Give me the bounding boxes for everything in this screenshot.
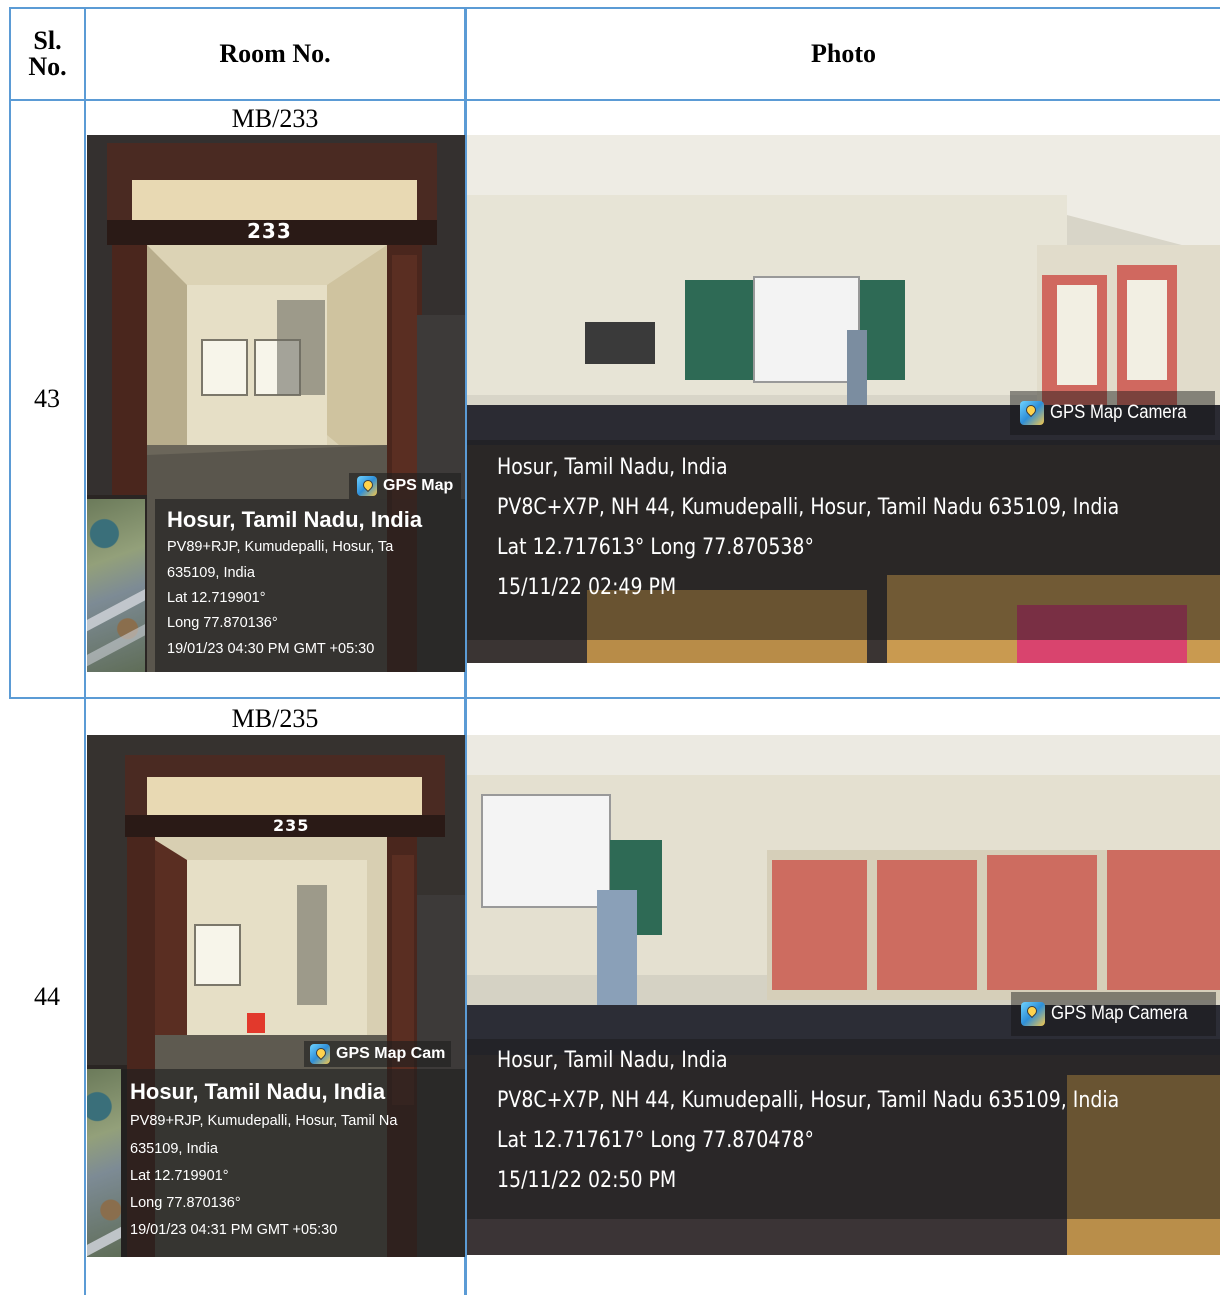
classroom-44-address: PV8C+X7P, NH 44, Kumudepalli, Hosur, Tam… [497,1088,1120,1113]
classroom-44-timestamp: 15/11/22 02:50 PM [497,1168,677,1193]
door-233-gps-badge: GPS Map [349,473,462,499]
door-photo-233: 233 GPS Map Hosur, Tamil Nadu, India PV8… [87,135,465,672]
door-233-gps-badge-text: GPS Map [383,477,454,494]
classroom-44-gps-badge: GPS Map Camera [1011,992,1217,1036]
classroom-44-city: Hosur, Tamil Nadu, India [497,1048,728,1073]
door-233-postal: 635109, India [167,565,255,581]
classroom-43-gps-badge: GPS Map Camera [1010,391,1216,435]
gps-map-camera-icon [1020,401,1044,425]
door-235-timestamp: 19/01/23 04:31 PM GMT +05:30 [130,1222,338,1238]
gps-map-camera-icon [357,476,377,496]
header-room-no: Room No. [219,39,331,68]
door-233-city: Hosur, Tamil Nadu, India [167,507,423,532]
classroom-43-address: PV8C+X7P, NH 44, Kumudepalli, Hosur, Tam… [497,495,1120,520]
gps-map-camera-icon [1021,1002,1045,1026]
table-border-row1-bottom [10,697,1220,699]
door-233-lat: Lat 12.719901° [167,590,266,606]
door-233-address: PV89+RJP, Kumudepalli, Hosur, Ta [167,539,394,555]
gps-map-camera-icon [310,1044,330,1064]
door-233-timestamp: 19/01/23 04:30 PM GMT +05:30 [167,641,375,657]
door-235-address: PV89+RJP, Kumudepalli, Hosur, Tamil Na [130,1113,398,1129]
row-44-room-no: MB/235 [231,704,319,733]
classroom-43-gps-badge-text: GPS Map Camera [1050,402,1187,423]
door-233-geo-panel: Hosur, Tamil Nadu, India PV89+RJP, Kumud… [155,499,465,672]
classroom-43-city: Hosur, Tamil Nadu, India [497,455,728,480]
door-number-235: 235 [273,816,310,835]
door-235-map-thumbnail [87,1069,121,1257]
row-43-room-no: MB/233 [231,104,319,133]
classroom-44-gps-badge-text: GPS Map Camera [1051,1003,1188,1024]
classroom-photo-43: GPS Map Camera Hosur, Tamil Nadu, India … [467,135,1220,663]
door-235-geo-panel: Hosur, Tamil Nadu, India PV89+RJP, Kumud… [121,1069,465,1257]
row-44-sl-no: 44 [34,982,60,1011]
classroom-44-geo-panel: Hosur, Tamil Nadu, India PV8C+X7P, NH 44… [467,1039,1220,1219]
door-photo-235: 235 GPS Map Cam Hosur, Tamil Nadu, India… [87,735,465,1257]
door-233-map-thumbnail [87,499,145,672]
door-233-long: Long 77.870136° [167,615,278,631]
door-235-lat: Lat 12.719901° [130,1168,229,1184]
door-235-postal: 635109, India [130,1141,218,1157]
door-number-233: 233 [247,219,292,243]
door-235-gps-badge: GPS Map Cam [304,1041,452,1067]
door-235-long: Long 77.870136° [130,1195,241,1211]
classroom-43-geo-panel: Hosur, Tamil Nadu, India PV8C+X7P, NH 44… [467,440,1220,640]
classroom-43-timestamp: 15/11/22 02:49 PM [497,575,677,600]
door-235-city: Hosur, Tamil Nadu, India [130,1079,386,1104]
row-43-sl-no: 43 [34,384,60,413]
classroom-44-latlong: Lat 12.717617° Long 77.870478° [497,1128,814,1153]
header-sl-no: Sl. No. [11,8,84,100]
header-sl-no-text: Sl. No. [28,26,67,81]
classroom-43-latlong: Lat 12.717613° Long 77.870538° [497,535,814,560]
classroom-photo-44: GPS Map Camera Hosur, Tamil Nadu, India … [467,735,1220,1255]
table-border-col1 [84,7,86,1295]
door-235-gps-badge-text: GPS Map Cam [336,1045,446,1062]
header-photo: Photo [811,39,876,68]
